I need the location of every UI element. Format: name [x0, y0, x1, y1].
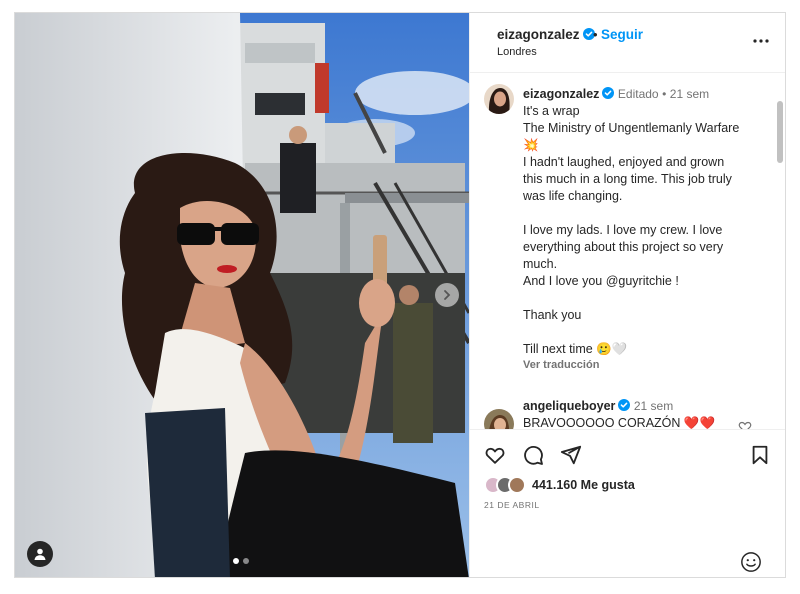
post-actions: 441.160 Me gusta 21 DE ABRIL [470, 429, 785, 577]
caption-time[interactable]: 21 sem [670, 87, 709, 101]
caption-line: was life changing. [523, 189, 623, 203]
post-sidebar: eizagonzalez • Seguir Londres eizagonzal… [469, 13, 785, 577]
caption-avatar[interactable] [484, 84, 514, 114]
post-author-name[interactable]: eizagonzalez [497, 27, 580, 42]
scrollbar-thumb[interactable] [777, 101, 783, 163]
post-caption: eizagonzalez Editado • 21 sem It's a wra… [523, 86, 771, 358]
post-date[interactable]: 21 DE ABRIL [484, 500, 540, 510]
see-translation-link[interactable]: Ver traducción [523, 359, 599, 371]
photo-illustration [15, 13, 469, 577]
post-location[interactable]: Londres [497, 46, 537, 58]
comment-avatar[interactable] [484, 409, 514, 429]
verified-badge-icon [602, 87, 615, 99]
caption-line: everything about this project so very [523, 240, 724, 254]
post-header: eizagonzalez • Seguir Londres [470, 13, 785, 73]
post-photo[interactable] [15, 13, 469, 577]
caption-line: much. [523, 257, 558, 271]
comment-icon[interactable] [522, 444, 544, 466]
caption-line: The Ministry of Ungentlemanly Warfare [523, 121, 740, 135]
share-icon[interactable] [560, 444, 582, 466]
likes-row[interactable]: 441.160 Me gusta [484, 475, 635, 495]
chevron-right-icon [444, 290, 451, 300]
carousel-dots [233, 558, 249, 564]
emoji-icon[interactable] [740, 551, 762, 573]
comment-author[interactable]: angeliqueboyer [523, 399, 615, 413]
caption-dot: • [662, 87, 667, 101]
comment-header: angeliqueboyer 21 sem [523, 398, 753, 415]
verified-badge-icon [618, 399, 631, 411]
comment-time[interactable]: 21 sem [634, 399, 673, 413]
avatar-image [484, 409, 514, 429]
avatar-image [484, 84, 514, 114]
comment-like-icon[interactable] [738, 420, 752, 429]
carousel-next-button[interactable] [435, 283, 459, 307]
user-tag-button[interactable] [27, 541, 53, 567]
comments-scrollbar[interactable] [775, 89, 785, 429]
carousel-dot [243, 558, 249, 564]
more-options-icon[interactable] [751, 31, 771, 51]
user-tag-icon [34, 548, 46, 560]
likes-count[interactable]: 441.160 Me gusta [532, 478, 635, 492]
comments-panel[interactable]: eizagonzalez Editado • 21 sem It's a wra… [470, 73, 785, 429]
caption-line: I love my lads. I love my crew. I love [523, 223, 723, 237]
caption-author[interactable]: eizagonzalez [523, 87, 599, 101]
comment-item: angeliqueboyer 21 sem BRAVOOOOOO CORAZÓN… [523, 398, 753, 429]
caption-line: I hadn't laughed, enjoyed and grown [523, 155, 725, 169]
comment-text: BRAVOOOOOO CORAZÓN ❤️❤️ [523, 416, 716, 429]
caption-line: this much in a long time. This job truly [523, 172, 732, 186]
post-dialog: eizagonzalez • Seguir Londres eizagonzal… [14, 12, 786, 578]
caption-line: 💥 [523, 138, 539, 152]
post-author[interactable]: eizagonzalez [497, 27, 595, 42]
header-separator: • [593, 27, 598, 42]
liker-avatar [508, 476, 526, 494]
carousel-dot-active [233, 558, 239, 564]
caption-line: Till next time 🥲🤍 [523, 342, 628, 356]
caption-line: And I love you @guyritchie ! [523, 274, 679, 288]
heart-icon[interactable] [484, 444, 506, 466]
caption-line: It's a wrap [523, 104, 580, 118]
caption-line: Thank you [523, 308, 582, 322]
bookmark-icon[interactable] [749, 444, 771, 466]
caption-edited: Editado [617, 87, 659, 101]
follow-button[interactable]: Seguir [601, 27, 643, 42]
caption-header: eizagonzalez Editado • 21 sem [523, 86, 771, 103]
